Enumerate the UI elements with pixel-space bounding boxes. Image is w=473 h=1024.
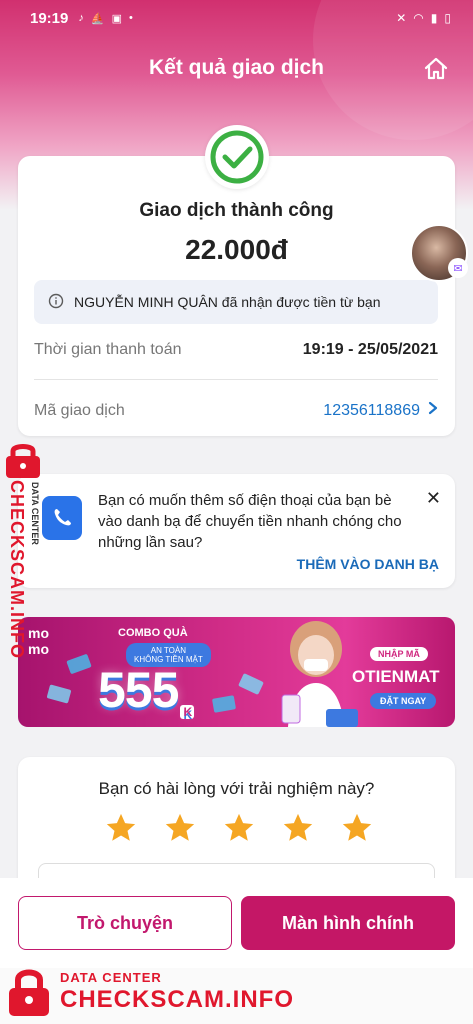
- success-check-icon: [205, 125, 269, 189]
- promo-banner[interactable]: mo mo COMBO QUÀ AN TOÀN KHÔNG TIỀN MẶT 5…: [18, 617, 455, 727]
- home-screen-button[interactable]: Màn hình chính: [241, 896, 455, 950]
- promo-model-illustration: [281, 621, 358, 727]
- lock-icon: [6, 444, 40, 478]
- star-icon[interactable]: [340, 811, 374, 845]
- add-contact-message: Bạn có muốn thêm số điện thoại của bạn b…: [98, 492, 402, 551]
- star-icon[interactable]: [281, 811, 315, 845]
- status-time: 19:19: [30, 9, 69, 27]
- header: Kết quả giao dịch: [0, 48, 473, 88]
- card-decoration: [238, 673, 264, 695]
- watermark-bottom: DATA CENTER CHECKSCAM.INFO: [6, 962, 306, 1022]
- chat-head-avatar[interactable]: ✉: [410, 224, 468, 282]
- result-title: Giao dịch thành công: [139, 200, 334, 221]
- promo-order-button[interactable]: ĐẶT NGAY: [370, 693, 437, 709]
- tiktok-icon: ♪: [78, 12, 84, 24]
- promo-combo-label: COMBO QUÀ: [118, 627, 188, 639]
- info-icon: [48, 293, 64, 312]
- watermark-bottom-text: CHECKSCAM.INFO: [60, 986, 294, 1013]
- bottom-action-bar: Trò chuyện Màn hình chính: [0, 878, 473, 968]
- card-decoration: [46, 684, 72, 704]
- transaction-result-card: Giao dịch thành công 22.000đ NGUYỄN MINH…: [18, 156, 455, 436]
- payment-time-row: Thời gian thanh toán 19:19 - 25/05/2021: [34, 341, 438, 359]
- close-icon[interactable]: ✕: [426, 488, 441, 509]
- recipient-info-text: NGUYỄN MINH QUÂN đã nhận được tiền từ bạ…: [74, 294, 381, 310]
- result-amount: 22.000đ: [185, 234, 288, 265]
- star-icon[interactable]: [163, 811, 197, 845]
- transaction-id-label: Mã giao dịch: [34, 401, 125, 419]
- watermark-side-text: CHECKSCAM.INFO: [7, 480, 27, 659]
- page-title: Kết quả giao dịch: [148, 56, 324, 79]
- rating-card: Bạn có hài lòng với trải nghiệm này?: [18, 757, 455, 903]
- boat-icon: ⛵: [90, 12, 105, 25]
- payment-time-label: Thời gian thanh toán: [34, 341, 182, 358]
- battery-icon: ▯: [444, 11, 451, 25]
- home-icon[interactable]: [423, 56, 449, 82]
- recipient-info-banner: NGUYỄN MINH QUÂN đã nhận được tiền từ bạ…: [34, 280, 438, 324]
- phonebook-icon: [42, 496, 82, 540]
- dot-icon: •: [128, 12, 133, 24]
- card-decoration: [211, 695, 237, 713]
- watermark-side: CHECKSCAM.INFO DATA CENTER: [2, 440, 48, 680]
- star-icon[interactable]: [104, 811, 138, 845]
- signal-icon: ▮: [430, 11, 438, 25]
- promo-amount: 555 K: [98, 661, 195, 719]
- lock-icon: [9, 969, 49, 1016]
- shop-icon: ▣: [111, 12, 122, 25]
- promo-code: OTIENMAT: [352, 667, 440, 686]
- watermark-side-small: DATA CENTER: [30, 482, 40, 545]
- rating-question: Bạn có hài lòng với trải nghiệm này?: [98, 779, 375, 798]
- wifi-icon: ◠: [413, 11, 424, 25]
- add-contact-card: Bạn có muốn thêm số điện thoại của bạn b…: [18, 474, 455, 588]
- chat-button[interactable]: Trò chuyện: [18, 896, 232, 950]
- divider: [34, 379, 438, 380]
- payment-time-value: 19:19 - 25/05/2021: [302, 341, 438, 358]
- mute-icon: ✕: [396, 11, 407, 25]
- transaction-id-row[interactable]: Mã giao dịch 12356118869: [34, 401, 438, 420]
- promo-code-label: NHẬP MÃ: [370, 647, 428, 661]
- chevron-right-icon: [428, 401, 438, 420]
- transaction-id-value[interactable]: 12356118869: [323, 402, 420, 420]
- star-icon[interactable]: [222, 811, 256, 845]
- star-rating[interactable]: [104, 811, 374, 845]
- card-decoration: [66, 653, 92, 675]
- watermark-bottom-small: DATA CENTER: [60, 970, 162, 985]
- messenger-icon: ✉: [448, 258, 468, 278]
- add-to-contacts-button[interactable]: THÊM VÀO DANH BẠ: [297, 556, 439, 572]
- status-bar: 19:19 ♪ ⛵ ▣ • ✕ ◠ ▮ ▯: [0, 0, 473, 36]
